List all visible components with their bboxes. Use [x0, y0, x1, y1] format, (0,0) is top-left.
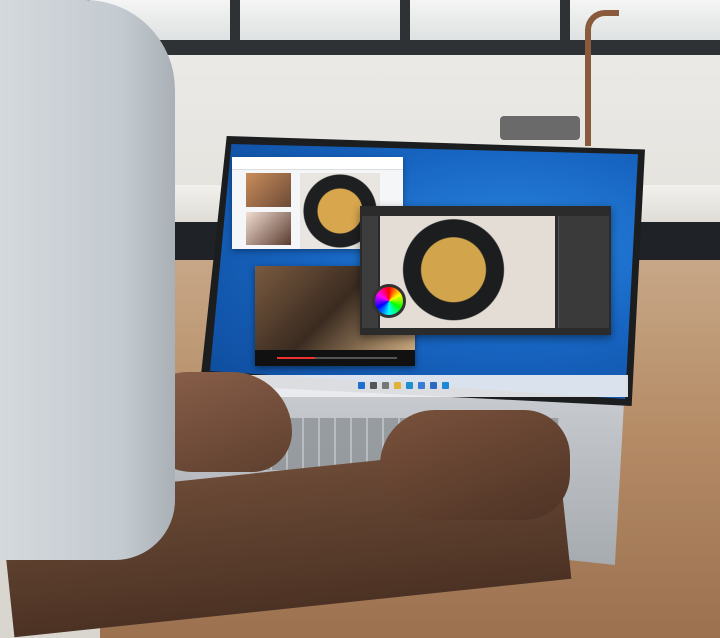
store-icon[interactable]	[418, 382, 425, 389]
cooking-pot	[500, 116, 580, 140]
participant-video[interactable]	[246, 173, 291, 207]
right-hand	[380, 410, 570, 520]
edge-icon[interactable]	[406, 382, 413, 389]
video-progress-bar[interactable]	[277, 357, 397, 359]
start-icon[interactable]	[358, 382, 365, 389]
person-shoulder	[0, 0, 175, 560]
participant-video[interactable]	[246, 212, 291, 245]
window-titlebar[interactable]	[232, 157, 403, 170]
layers-panel[interactable]	[558, 216, 609, 328]
photo-editor-window[interactable]	[360, 206, 611, 335]
editor-canvas[interactable]	[380, 216, 555, 328]
mail-icon[interactable]	[430, 382, 437, 389]
photos-icon[interactable]	[442, 382, 449, 389]
video-progress-fill	[277, 357, 316, 359]
faucet	[585, 10, 619, 146]
taskview-icon[interactable]	[382, 382, 389, 389]
window-pane	[240, 0, 400, 40]
window-pane	[410, 0, 560, 40]
search-icon[interactable]	[370, 382, 377, 389]
color-wheel-icon[interactable]	[372, 284, 406, 318]
folder-icon[interactable]	[394, 382, 401, 389]
